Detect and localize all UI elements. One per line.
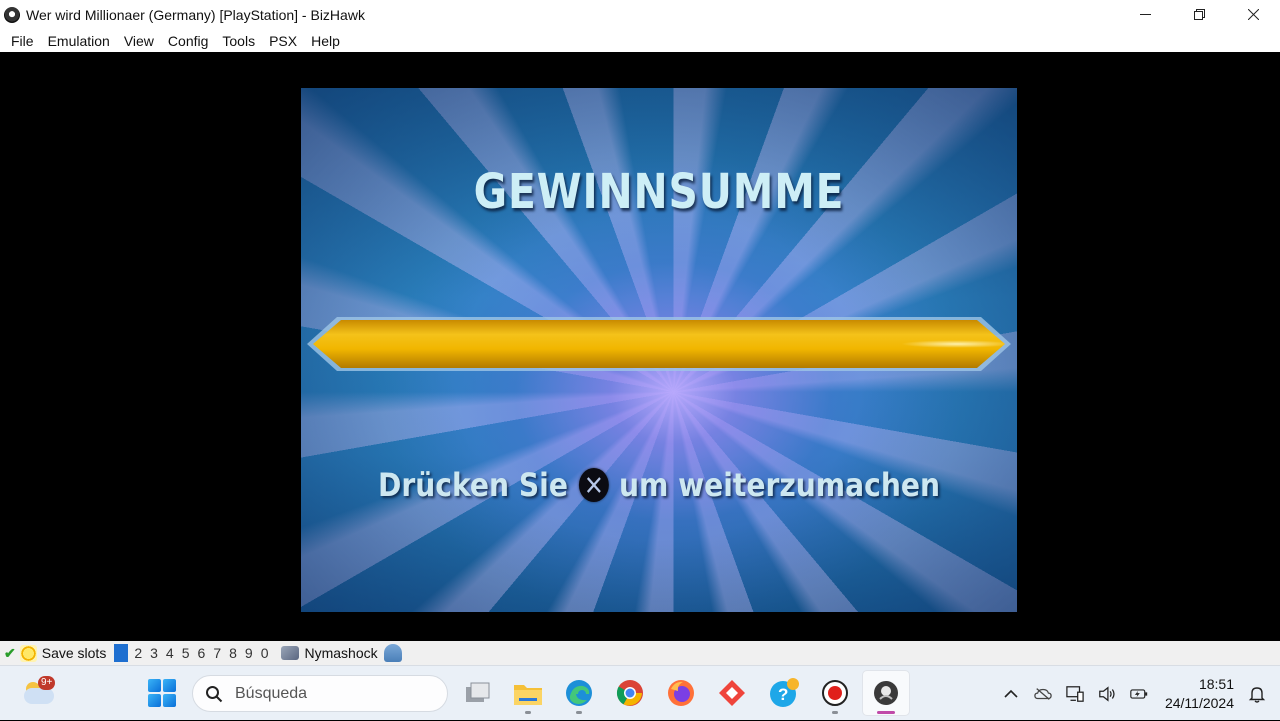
running-indicator — [525, 711, 531, 714]
status-bar: ✔ Save slots 1 2 3 4 5 6 7 8 9 0 Nymasho… — [0, 641, 1280, 665]
system-tray: 18:51 24/11/2024 — [995, 666, 1280, 721]
start-button[interactable] — [148, 679, 176, 707]
menu-config[interactable]: Config — [161, 33, 215, 49]
window-controls — [1118, 0, 1280, 29]
save-slots-icon — [19, 644, 37, 662]
search-placeholder: Búsqueda — [235, 684, 308, 702]
clock-time: 18:51 — [1198, 675, 1234, 692]
check-icon: ✔ — [4, 644, 16, 661]
display-icon[interactable] — [1066, 685, 1084, 703]
game-heading: GEWINNSUMME — [473, 164, 845, 220]
cloud-icon — [24, 688, 54, 704]
screen-recorder-icon[interactable] — [820, 678, 850, 714]
game-screen[interactable]: GEWINNSUMME Drücken Sie um weiterzumache… — [301, 88, 1017, 612]
search-icon — [206, 685, 223, 702]
save-slot-7[interactable]: 7 — [209, 645, 225, 661]
menu-tools[interactable]: Tools — [215, 33, 262, 49]
save-slot-3[interactable]: 3 — [146, 645, 162, 661]
firefox-icon[interactable] — [666, 678, 696, 708]
cross-button-icon — [578, 468, 609, 502]
battery-charging-icon[interactable] — [1130, 685, 1148, 703]
file-explorer-icon[interactable] — [513, 678, 543, 714]
save-slot-0[interactable]: 0 — [257, 645, 273, 661]
menu-psx[interactable]: PSX — [262, 33, 304, 49]
menu-help[interactable]: Help — [304, 33, 347, 49]
prize-bar — [307, 315, 1011, 373]
notification-bell-icon[interactable] — [1248, 685, 1266, 703]
restore-icon — [1193, 9, 1205, 20]
save-slot-4[interactable]: 4 — [162, 645, 178, 661]
save-slot-2[interactable]: 2 — [130, 645, 146, 661]
clock-date: 24/11/2024 — [1164, 694, 1234, 711]
svg-text:?: ? — [778, 685, 788, 704]
user-icon[interactable] — [383, 644, 402, 662]
running-indicator — [576, 711, 582, 714]
restore-button[interactable] — [1172, 0, 1226, 29]
menu-emulation[interactable]: Emulation — [41, 33, 117, 49]
close-button[interactable] — [1226, 0, 1280, 29]
volume-icon[interactable] — [1098, 685, 1116, 703]
chrome-icon[interactable] — [615, 678, 645, 708]
save-slots-label: Save slots — [41, 645, 107, 661]
continue-prompt: Drücken Sie um weiterzumachen — [344, 466, 974, 504]
core-icon — [280, 646, 299, 660]
menu-file[interactable]: File — [4, 33, 41, 49]
window-title: Wer wird Millionaer (Germany) [PlayStati… — [26, 6, 365, 23]
taskbar-clock[interactable]: 18:51 24/11/2024 — [1165, 675, 1234, 713]
taskbar: 9+ Búsqueda ? 18:51 24/11/2024 — [0, 665, 1280, 720]
onedrive-offline-icon[interactable] — [1034, 685, 1052, 703]
minimize-icon — [1139, 14, 1151, 15]
close-icon — [1247, 9, 1259, 20]
save-slot-9[interactable]: 9 — [241, 645, 257, 661]
prompt-text-before: Drücken Sie — [377, 466, 568, 504]
chevron-up-icon[interactable] — [1002, 685, 1020, 703]
weather-badge: 9+ — [38, 676, 56, 690]
running-indicator — [832, 711, 838, 714]
bizhawk-app-icon[interactable] — [4, 6, 20, 23]
save-slot-8[interactable]: 8 — [225, 645, 241, 661]
edge-icon[interactable] — [564, 678, 594, 714]
core-name: Nymashock — [304, 645, 378, 661]
emulator-viewport[interactable]: GEWINNSUMME Drücken Sie um weiterzumache… — [0, 52, 1280, 641]
task-view-icon[interactable] — [463, 678, 493, 708]
minimize-button[interactable] — [1118, 0, 1172, 29]
anydesk-icon[interactable] — [717, 678, 747, 708]
help-icon[interactable]: ? — [769, 678, 799, 708]
active-indicator — [877, 711, 895, 714]
taskbar-search[interactable]: Búsqueda — [192, 675, 448, 712]
bizhawk-taskbar-icon[interactable] — [871, 678, 901, 714]
weather-widget[interactable]: 9+ — [22, 676, 56, 710]
title-bar: Wer wird Millionaer (Germany) [PlayStati… — [0, 0, 1280, 29]
menu-bar: File Emulation View Config Tools PSX Hel… — [0, 29, 1280, 52]
save-slot-1[interactable]: 1 — [114, 644, 129, 662]
prompt-text-after: um weiterzumachen — [618, 466, 941, 504]
menu-view[interactable]: View — [117, 33, 161, 49]
save-slot-5[interactable]: 5 — [178, 645, 194, 661]
save-slot-6[interactable]: 6 — [194, 645, 210, 661]
